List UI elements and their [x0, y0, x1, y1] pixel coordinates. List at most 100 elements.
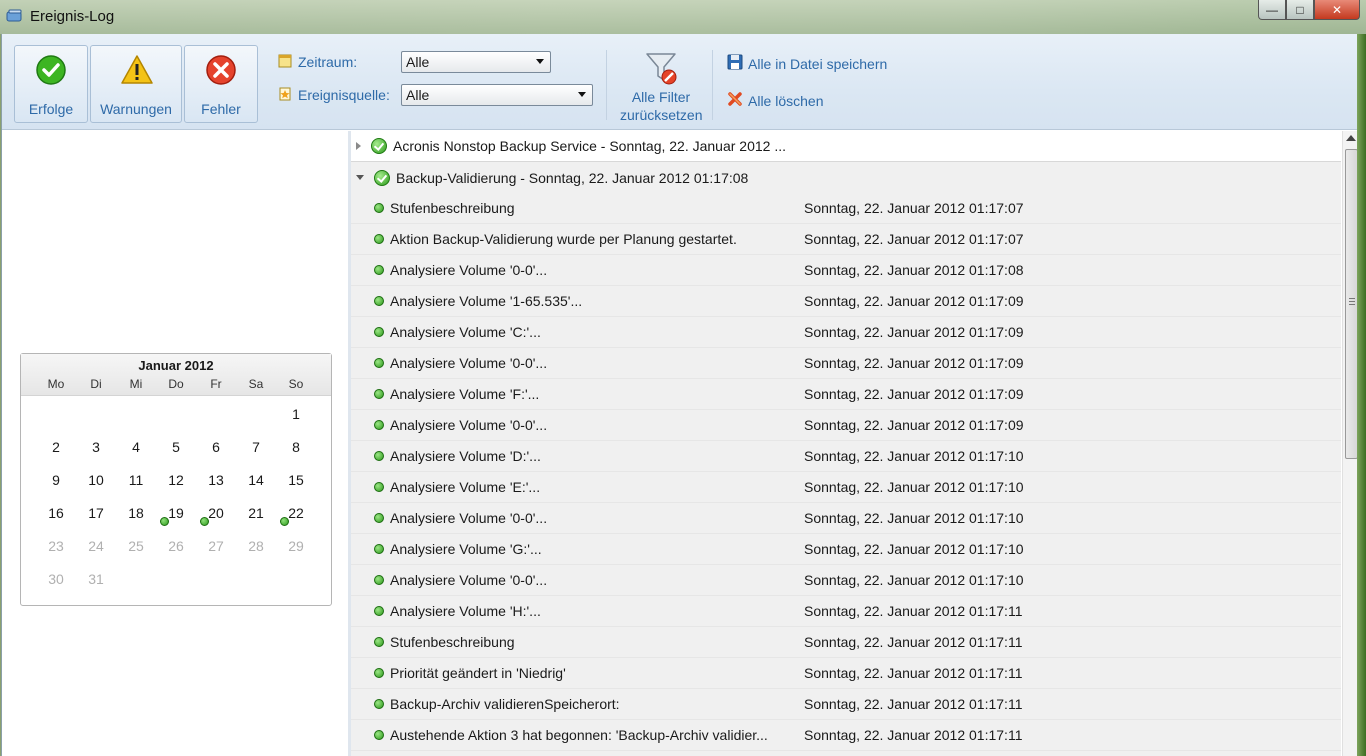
log-entry-row[interactable]: Analysiere Volume '0-0'... Sonntag, 22. J…: [351, 410, 1341, 441]
calendar-day[interactable]: 1: [276, 402, 316, 435]
calendar-day[interactable]: 25: [116, 534, 156, 567]
log-entry-message: Analysiere Volume '0-0'...: [390, 355, 548, 371]
log-entry-row[interactable]: Aktion Backup-Validierung wurde per Plan…: [351, 224, 1341, 255]
calendar-day[interactable]: 19: [156, 501, 196, 534]
log-entry-row[interactable]: Analysiere Volume 'F:'... Sonntag, 22. Ja…: [351, 379, 1341, 410]
minimize-button[interactable]: —: [1258, 0, 1286, 20]
log-entry-row[interactable]: Analysiere Volume 'D:'... Sonntag, 22. Ja…: [351, 441, 1341, 472]
reset-filters-button[interactable]: Alle Filter zurücksetzen: [620, 46, 702, 130]
log-entry-row[interactable]: Analysiere Volume 'E:'... Sonntag, 22. Ja…: [351, 472, 1341, 503]
calendar-empty-cell: [156, 402, 196, 435]
calendar-day[interactable]: 10: [76, 468, 116, 501]
calendar-day-number: 23: [48, 538, 64, 554]
calendar-empty-cell: [236, 567, 276, 600]
log-entry-row[interactable]: Analysiere Volume '0-0'... Sonntag, 22. J…: [351, 565, 1341, 596]
log-entry-row[interactable]: Analysiere Volume '1-65.535'... Sonntag, …: [351, 286, 1341, 317]
errors-filter-button[interactable]: Fehler: [184, 45, 258, 123]
calendar-day[interactable]: 26: [156, 534, 196, 567]
calendar-day[interactable]: 12: [156, 468, 196, 501]
calendar-day[interactable]: 2: [36, 435, 76, 468]
calendar-day[interactable]: 5: [156, 435, 196, 468]
calendar-day[interactable]: 14: [236, 468, 276, 501]
log-entry-time: Sonntag, 22. Januar 2012 01:17:09: [804, 417, 1024, 433]
log-entry-message: Analysiere Volume '1-65.535'...: [390, 293, 583, 309]
log-entry-row[interactable]: Analysiere Volume 'G:'... Sonntag, 22. Ja…: [351, 534, 1341, 565]
log-entry-row[interactable]: Analysiere Volume '0-0'... Sonntag, 22. J…: [351, 255, 1341, 286]
log-entry-message: Analysiere Volume '0-0'...: [390, 510, 548, 526]
log-entry-row[interactable]: Analysiere Volume '0-0'... Sonntag, 22. J…: [351, 348, 1341, 379]
success-dot-icon: [374, 420, 384, 430]
calendar-day[interactable]: 7: [236, 435, 276, 468]
toolbar-separator: [606, 50, 607, 120]
calendar-day[interactable]: 9: [36, 468, 76, 501]
title-bar[interactable]: Ereignis-Log — □ ✕: [0, 0, 1366, 34]
calendar-empty-cell: [196, 402, 236, 435]
log-entry-row[interactable]: Stufenbeschreibung Sonntag, 22. Januar 20…: [351, 627, 1341, 658]
calendar-day-number: 29: [288, 538, 304, 554]
calendar-day[interactable]: 21: [236, 501, 276, 534]
log-entry-row[interactable]: Analysiere Volume 'H:'... Sonntag, 22. Ja…: [351, 596, 1341, 627]
calendar-day[interactable]: 11: [116, 468, 156, 501]
minimize-icon: —: [1266, 2, 1278, 17]
calendar-day[interactable]: 31: [76, 567, 116, 600]
calendar-empty-cell: [116, 567, 156, 600]
log-entry-row[interactable]: Analysiere Volume '0-0'... Sonntag, 22. J…: [351, 503, 1341, 534]
calendar-day[interactable]: 6: [196, 435, 236, 468]
success-filter-button[interactable]: Erfolge: [14, 45, 88, 123]
calendar-day-number: 15: [288, 472, 304, 488]
log-entry-time: Sonntag, 22. Januar 2012 01:17:08: [804, 262, 1024, 278]
calendar-day-number: 19: [168, 505, 184, 521]
success-dot-icon: [374, 234, 384, 244]
period-select[interactable]: Alle: [401, 51, 551, 73]
calendar-day[interactable]: 18: [116, 501, 156, 534]
delete-all-button[interactable]: Alle löschen: [727, 91, 824, 110]
calendar-day[interactable]: 28: [236, 534, 276, 567]
save-all-button[interactable]: Alle in Datei speichern: [727, 54, 887, 73]
success-filter-label: Erfolge: [28, 101, 74, 117]
log-entry-row[interactable]: Austehende Aktion 3 hat begonnen: 'Backu…: [351, 720, 1341, 751]
log-entry-row[interactable]: Backup-Archiv validierenSpeicherort: Sonn…: [351, 689, 1341, 720]
log-entry-row[interactable]: Stufenbeschreibung Sonntag, 22. Januar 20…: [351, 193, 1341, 224]
calendar-day[interactable]: 23: [36, 534, 76, 567]
log-entry-time: Sonntag, 22. Januar 2012 01:17:07: [804, 200, 1024, 216]
log-entry-message: Analysiere Volume 'D:'...: [390, 448, 541, 464]
calendar-day[interactable]: 30: [36, 567, 76, 600]
log-group-collapsed[interactable]: Acronis Nonstop Backup Service - Sonntag…: [351, 131, 1341, 162]
warnings-filter-button[interactable]: Warnungen: [90, 45, 182, 123]
success-dot-icon: [374, 358, 384, 368]
calendar-day[interactable]: 24: [76, 534, 116, 567]
calendar-day[interactable]: 15: [276, 468, 316, 501]
log-entry-time: Sonntag, 22. Januar 2012 01:17:10: [804, 479, 1024, 495]
calendar-day[interactable]: 8: [276, 435, 316, 468]
calendar-day[interactable]: 20: [196, 501, 236, 534]
log-entry-row[interactable]: Analysiere Volume 'C:'... Sonntag, 22. Ja…: [351, 317, 1341, 348]
calendar-day[interactable]: 3: [76, 435, 116, 468]
source-select[interactable]: Alle: [401, 84, 593, 106]
calendar-month-title[interactable]: Januar 2012: [21, 354, 331, 373]
collapse-arrow-icon[interactable]: [356, 175, 364, 180]
close-button[interactable]: ✕: [1314, 0, 1360, 20]
calendar-day[interactable]: 4: [116, 435, 156, 468]
expand-arrow-icon[interactable]: [356, 142, 361, 150]
calendar-day[interactable]: 27: [196, 534, 236, 567]
calendar-day[interactable]: 17: [76, 501, 116, 534]
event-marker-icon: [200, 517, 209, 526]
success-dot-icon: [374, 389, 384, 399]
maximize-button[interactable]: □: [1286, 0, 1314, 20]
log-group-expanded[interactable]: Backup-Validierung - Sonntag, 22. Januar…: [351, 162, 1341, 193]
calendar-day[interactable]: 22: [276, 501, 316, 534]
log-entry-row[interactable]: Priorität geändert in 'Niedrig' Sonntag, …: [351, 658, 1341, 689]
chevron-down-icon: [578, 92, 586, 97]
calendar-day-number: 4: [132, 439, 140, 455]
scroll-up-icon[interactable]: [1346, 135, 1356, 141]
left-pane: Januar 2012 Mo Di Mi Do Fr Sa So 1 2 3 4 5 6 7 8 9 10 11…: [2, 131, 348, 756]
calendar-day[interactable]: 16: [36, 501, 76, 534]
calendar-day[interactable]: 13: [196, 468, 236, 501]
calendar-day-number: 26: [168, 538, 184, 554]
log-entry-message: Analysiere Volume '0-0'...: [390, 572, 548, 588]
chevron-down-icon: [536, 59, 544, 64]
success-dot-icon: [374, 513, 384, 523]
calendar-day[interactable]: 29: [276, 534, 316, 567]
calendar-empty-cell: [196, 567, 236, 600]
success-dot-icon: [374, 327, 384, 337]
